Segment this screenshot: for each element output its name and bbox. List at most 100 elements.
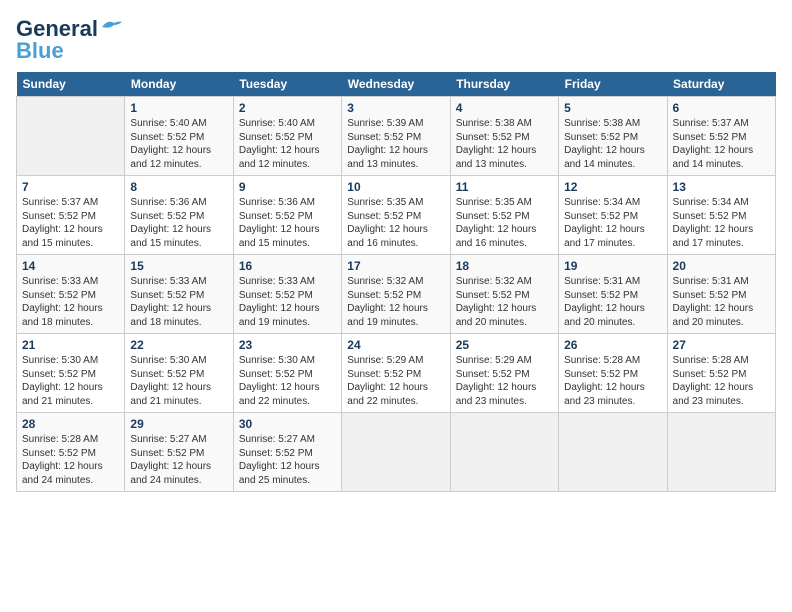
calendar-header-row: SundayMondayTuesdayWednesdayThursdayFrid… [17,72,776,97]
day-number: 20 [673,259,770,273]
calendar-cell: 28 Sunrise: 5:28 AM Sunset: 5:52 PM Dayli… [17,413,125,492]
day-info: Sunrise: 5:38 AM Sunset: 5:52 PM Dayligh… [564,117,661,171]
day-info: Sunrise: 5:33 AM Sunset: 5:52 PM Dayligh… [130,275,227,329]
day-number: 13 [673,180,770,194]
day-info: Sunrise: 5:30 AM Sunset: 5:52 PM Dayligh… [22,354,119,408]
day-number: 10 [347,180,444,194]
day-info: Sunrise: 5:27 AM Sunset: 5:52 PM Dayligh… [130,433,227,487]
day-info: Sunrise: 5:30 AM Sunset: 5:52 PM Dayligh… [130,354,227,408]
day-number: 14 [22,259,119,273]
day-info: Sunrise: 5:34 AM Sunset: 5:52 PM Dayligh… [673,196,770,250]
calendar-cell: 9 Sunrise: 5:36 AM Sunset: 5:52 PM Daylig… [233,176,341,255]
day-number: 24 [347,338,444,352]
page-header: General Blue [16,16,776,64]
day-info: Sunrise: 5:28 AM Sunset: 5:52 PM Dayligh… [564,354,661,408]
calendar-cell: 14 Sunrise: 5:33 AM Sunset: 5:52 PM Dayli… [17,255,125,334]
day-info: Sunrise: 5:36 AM Sunset: 5:52 PM Dayligh… [130,196,227,250]
calendar-cell [17,97,125,176]
logo: General Blue [16,16,122,64]
calendar-cell: 13 Sunrise: 5:34 AM Sunset: 5:52 PM Dayli… [667,176,775,255]
calendar-cell: 8Sunrise: 5:36 AM Sunset: 5:52 PM Daylig… [125,176,233,255]
calendar-cell: 5 Sunrise: 5:38 AM Sunset: 5:52 PM Daylig… [559,97,667,176]
day-number: 18 [456,259,553,273]
day-number: 25 [456,338,553,352]
day-info: Sunrise: 5:28 AM Sunset: 5:52 PM Dayligh… [22,433,119,487]
calendar-cell: 2 Sunrise: 5:40 AM Sunset: 5:52 PM Daylig… [233,97,341,176]
day-info: Sunrise: 5:31 AM Sunset: 5:52 PM Dayligh… [673,275,770,329]
day-info: Sunrise: 5:32 AM Sunset: 5:52 PM Dayligh… [456,275,553,329]
day-number: 30 [239,417,336,431]
calendar-cell: 15 Sunrise: 5:33 AM Sunset: 5:52 PM Dayli… [125,255,233,334]
calendar-cell [667,413,775,492]
day-info: Sunrise: 5:28 AM Sunset: 5:52 PM Dayligh… [673,354,770,408]
day-number: 19 [564,259,661,273]
calendar-week-2: 7Sunrise: 5:37 AM Sunset: 5:52 PM Daylig… [17,176,776,255]
calendar-cell: 20 Sunrise: 5:31 AM Sunset: 5:52 PM Dayli… [667,255,775,334]
day-number: 29 [130,417,227,431]
day-number: 26 [564,338,661,352]
day-info: Sunrise: 5:27 AM Sunset: 5:52 PM Dayligh… [239,433,336,487]
day-info: Sunrise: 5:39 AM Sunset: 5:52 PM Dayligh… [347,117,444,171]
day-number: 7 [22,180,119,194]
day-number: 1 [130,101,227,115]
calendar-cell: 1 Sunrise: 5:40 AM Sunset: 5:52 PM Daylig… [125,97,233,176]
day-info: Sunrise: 5:36 AM Sunset: 5:52 PM Dayligh… [239,196,336,250]
calendar-cell: 23Sunrise: 5:30 AM Sunset: 5:52 PM Dayli… [233,334,341,413]
day-info: Sunrise: 5:33 AM Sunset: 5:52 PM Dayligh… [22,275,119,329]
calendar-week-5: 28 Sunrise: 5:28 AM Sunset: 5:52 PM Dayli… [17,413,776,492]
day-info: Sunrise: 5:29 AM Sunset: 5:52 PM Dayligh… [456,354,553,408]
day-info: Sunrise: 5:33 AM Sunset: 5:52 PM Dayligh… [239,275,336,329]
day-number: 2 [239,101,336,115]
day-number: 15 [130,259,227,273]
day-number: 23 [239,338,336,352]
day-number: 4 [456,101,553,115]
day-number: 21 [22,338,119,352]
day-number: 5 [564,101,661,115]
calendar-cell: 25 Sunrise: 5:29 AM Sunset: 5:52 PM Dayli… [450,334,558,413]
calendar-cell: 16Sunrise: 5:33 AM Sunset: 5:52 PM Dayli… [233,255,341,334]
day-info: Sunrise: 5:40 AM Sunset: 5:52 PM Dayligh… [239,117,336,171]
calendar-cell: 10 Sunrise: 5:35 AM Sunset: 5:52 PM Dayli… [342,176,450,255]
day-info: Sunrise: 5:38 AM Sunset: 5:52 PM Dayligh… [456,117,553,171]
day-info: Sunrise: 5:29 AM Sunset: 5:52 PM Dayligh… [347,354,444,408]
day-info: Sunrise: 5:32 AM Sunset: 5:52 PM Dayligh… [347,275,444,329]
calendar-header-wednesday: Wednesday [342,72,450,97]
calendar-cell: 18 Sunrise: 5:32 AM Sunset: 5:52 PM Dayli… [450,255,558,334]
logo-bird-icon [100,19,122,35]
calendar-body: 1 Sunrise: 5:40 AM Sunset: 5:52 PM Daylig… [17,97,776,492]
calendar-cell: 19 Sunrise: 5:31 AM Sunset: 5:52 PM Dayli… [559,255,667,334]
calendar-cell: 22 Sunrise: 5:30 AM Sunset: 5:52 PM Dayli… [125,334,233,413]
calendar-cell [342,413,450,492]
calendar-header-thursday: Thursday [450,72,558,97]
day-number: 27 [673,338,770,352]
day-number: 9 [239,180,336,194]
day-number: 12 [564,180,661,194]
day-number: 3 [347,101,444,115]
calendar-cell: 7Sunrise: 5:37 AM Sunset: 5:52 PM Daylig… [17,176,125,255]
calendar-cell: 6 Sunrise: 5:37 AM Sunset: 5:52 PM Daylig… [667,97,775,176]
calendar-header-saturday: Saturday [667,72,775,97]
calendar-cell: 26 Sunrise: 5:28 AM Sunset: 5:52 PM Dayli… [559,334,667,413]
day-number: 6 [673,101,770,115]
day-info: Sunrise: 5:40 AM Sunset: 5:52 PM Dayligh… [130,117,227,171]
day-info: Sunrise: 5:35 AM Sunset: 5:52 PM Dayligh… [456,196,553,250]
day-info: Sunrise: 5:37 AM Sunset: 5:52 PM Dayligh… [673,117,770,171]
calendar-header-friday: Friday [559,72,667,97]
day-number: 28 [22,417,119,431]
calendar-cell: 30 Sunrise: 5:27 AM Sunset: 5:52 PM Dayli… [233,413,341,492]
calendar-cell: 24 Sunrise: 5:29 AM Sunset: 5:52 PM Dayli… [342,334,450,413]
calendar-week-3: 14 Sunrise: 5:33 AM Sunset: 5:52 PM Dayli… [17,255,776,334]
calendar-cell: 17Sunrise: 5:32 AM Sunset: 5:52 PM Dayli… [342,255,450,334]
calendar-header-sunday: Sunday [17,72,125,97]
calendar-cell: 27 Sunrise: 5:28 AM Sunset: 5:52 PM Dayli… [667,334,775,413]
calendar-cell: 4 Sunrise: 5:38 AM Sunset: 5:52 PM Daylig… [450,97,558,176]
logo-line2: Blue [16,38,64,64]
calendar-week-1: 1 Sunrise: 5:40 AM Sunset: 5:52 PM Daylig… [17,97,776,176]
day-number: 22 [130,338,227,352]
calendar-cell [559,413,667,492]
day-info: Sunrise: 5:35 AM Sunset: 5:52 PM Dayligh… [347,196,444,250]
calendar-header-tuesday: Tuesday [233,72,341,97]
day-info: Sunrise: 5:34 AM Sunset: 5:52 PM Dayligh… [564,196,661,250]
day-info: Sunrise: 5:31 AM Sunset: 5:52 PM Dayligh… [564,275,661,329]
calendar-cell: 21 Sunrise: 5:30 AM Sunset: 5:52 PM Dayli… [17,334,125,413]
